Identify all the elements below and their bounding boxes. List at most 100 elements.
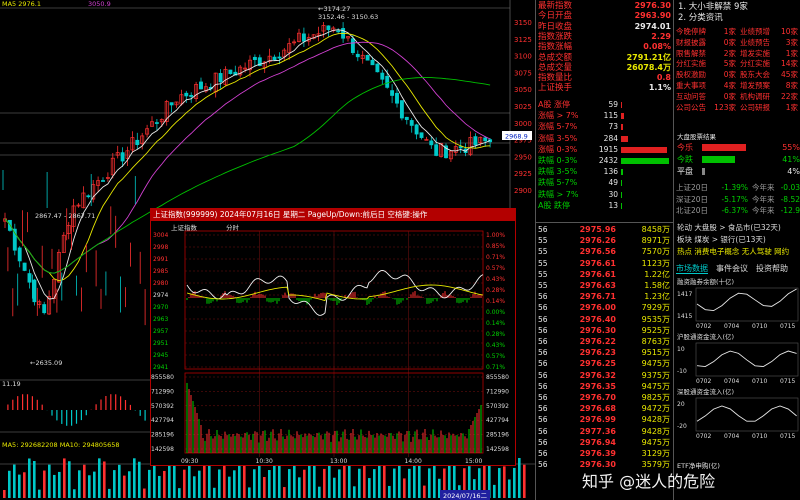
price-axis-label: 2925	[514, 170, 532, 178]
price-axis-label: 3075	[514, 69, 532, 77]
mini-chart-title: 深股通资金流入(亿)	[677, 387, 734, 396]
breadth-bar-wrap	[621, 200, 673, 211]
flow-label: 北证20日	[676, 206, 709, 215]
ma-legend: MA5 2976.1	[2, 0, 41, 8]
tick-time: 56	[538, 314, 548, 324]
tick-volume: 8763万	[641, 337, 670, 346]
flow-label: 深证20日	[676, 194, 709, 204]
high-annotation: ←3174.27	[318, 5, 350, 13]
breadth-bar	[621, 169, 624, 176]
breadth-row: 跌幅 3-5% 136	[536, 166, 674, 177]
volume-bar	[218, 469, 221, 498]
candle-body	[154, 122, 159, 124]
mini-chart-title: 沪股通资金流入(亿)	[677, 332, 734, 341]
tick-row: 56 2976.94 9475万	[536, 437, 674, 448]
tab-0[interactable]: 市场数据	[676, 264, 708, 274]
quote-row: 上证换手 1.1%	[536, 83, 674, 93]
tick-row: 56 2976.25 9475万	[536, 358, 674, 369]
event-label: 机构调研	[740, 91, 770, 101]
volume-bar	[383, 463, 386, 498]
price-tick: 2970	[153, 304, 168, 311]
tick-price: 2976.61	[579, 258, 616, 268]
tick-row: 56 2975.96 8458万	[536, 224, 674, 235]
mini-chart-x: 0702	[696, 378, 711, 385]
popup-title-bar[interactable]: 上证指数(999999) 2024年07月16日 星期二 PageUp/Down…	[150, 208, 516, 221]
date-tag: 2024/07/16二	[443, 492, 487, 500]
time-tick: 14:00	[405, 458, 422, 465]
candle-body	[380, 72, 385, 80]
breadth-bar-wrap	[621, 121, 673, 132]
breadth-label: 涨幅 5-7%	[538, 122, 578, 132]
volume-bar	[43, 470, 46, 498]
tick-time: 56	[538, 303, 548, 313]
candle-body	[336, 30, 341, 33]
sector-line: 热点 消费电子概念 无人驾驶 网约	[677, 247, 790, 256]
tick-price: 2976.25	[579, 359, 616, 369]
quote-panel: 最新指数 2976.30 今日开盘 2963.90 昨日收盘 2974.01 指数涨跌 2.2…	[535, 0, 673, 222]
volume-bar	[498, 468, 501, 498]
volume-bar	[133, 458, 136, 498]
mini-chart-frame	[695, 287, 799, 322]
mini-chart-x: 0715	[780, 323, 795, 330]
flow-label: 今年来	[752, 194, 775, 204]
quote-label: 指数量比	[538, 73, 573, 84]
pct-tick: 0.85%	[486, 243, 505, 250]
tick-time: 55	[538, 281, 548, 290]
volume-bar	[48, 464, 51, 498]
quote-row: 指数涨跌 2.29	[536, 32, 674, 42]
breadth-row: 跌幅 5-7% 49	[536, 177, 674, 188]
tick-list[interactable]: 56 2975.96 8458万 55 2976.26 8971万 55 2976.56 757…	[535, 222, 673, 500]
volume-bar	[503, 466, 506, 498]
quote-label: 总成交额	[538, 52, 573, 63]
tick-time: 56	[538, 370, 548, 380]
tick-row: 56 2976.71 1.23亿	[536, 291, 674, 302]
price-tick: 2991	[153, 256, 168, 263]
tick-time: 56	[538, 337, 548, 346]
breadth-bar-wrap	[621, 189, 673, 200]
breadth-bar	[621, 146, 668, 153]
volume-bar	[323, 468, 326, 498]
event-row: 限售解禁 2家 增发实施 1家	[674, 49, 800, 59]
volume-bar	[53, 474, 56, 498]
breadth-count: 13	[608, 200, 618, 210]
stats-value: 4%	[787, 167, 800, 176]
tab-2[interactable]: 投资帮助	[756, 264, 788, 273]
price-axis-label: 2950	[514, 153, 532, 161]
price-tick: 2951	[153, 340, 168, 347]
flow-row: 深证20日 -5.17% 今年来 -8.52	[674, 194, 800, 205]
flow-value: -5.17%	[721, 194, 748, 204]
candle-body	[32, 279, 37, 303]
tick-row: 56 2976.70 9825万	[536, 392, 674, 403]
candle-body	[101, 180, 105, 182]
volume-tick: 570392	[486, 403, 509, 410]
candle-body	[404, 116, 409, 120]
volume-tick: 427794	[151, 417, 174, 424]
price-tick: 2945	[153, 352, 168, 359]
volume-bar	[18, 474, 21, 498]
volume-bar	[58, 471, 61, 498]
candle-body	[272, 56, 277, 61]
tick-time: 55	[538, 236, 548, 246]
quote-value: 0.8	[656, 73, 671, 83]
volume-bar	[373, 469, 376, 498]
mini-chart-x: 0710	[752, 433, 767, 440]
stats-bar-wrap	[702, 142, 780, 153]
price-line	[186, 269, 484, 316]
event-count: 0家	[723, 37, 736, 47]
tick-volume: 1123万	[641, 258, 670, 268]
tab-1[interactable]: 事件会议	[716, 264, 748, 273]
breadth-bar	[621, 180, 622, 187]
mini-chart-x: 0715	[780, 433, 795, 440]
stats-bar-wrap	[702, 154, 780, 165]
breadth-count: 30	[608, 189, 618, 199]
volume-bar	[13, 464, 16, 498]
intraday-chart[interactable]: 上证指数 分时3004299829912985298029742970296329…	[151, 221, 515, 465]
mini-chart-x: 0704	[724, 323, 739, 330]
breadth-count: 2432	[598, 156, 618, 165]
tick-price: 2976.68	[579, 404, 616, 414]
pct-tick: 0.14%	[486, 320, 505, 327]
candle-body	[120, 152, 125, 162]
event-label: 公司研报	[740, 102, 770, 112]
volume-bar	[103, 461, 106, 498]
tick-price: 2976.23	[579, 348, 616, 358]
